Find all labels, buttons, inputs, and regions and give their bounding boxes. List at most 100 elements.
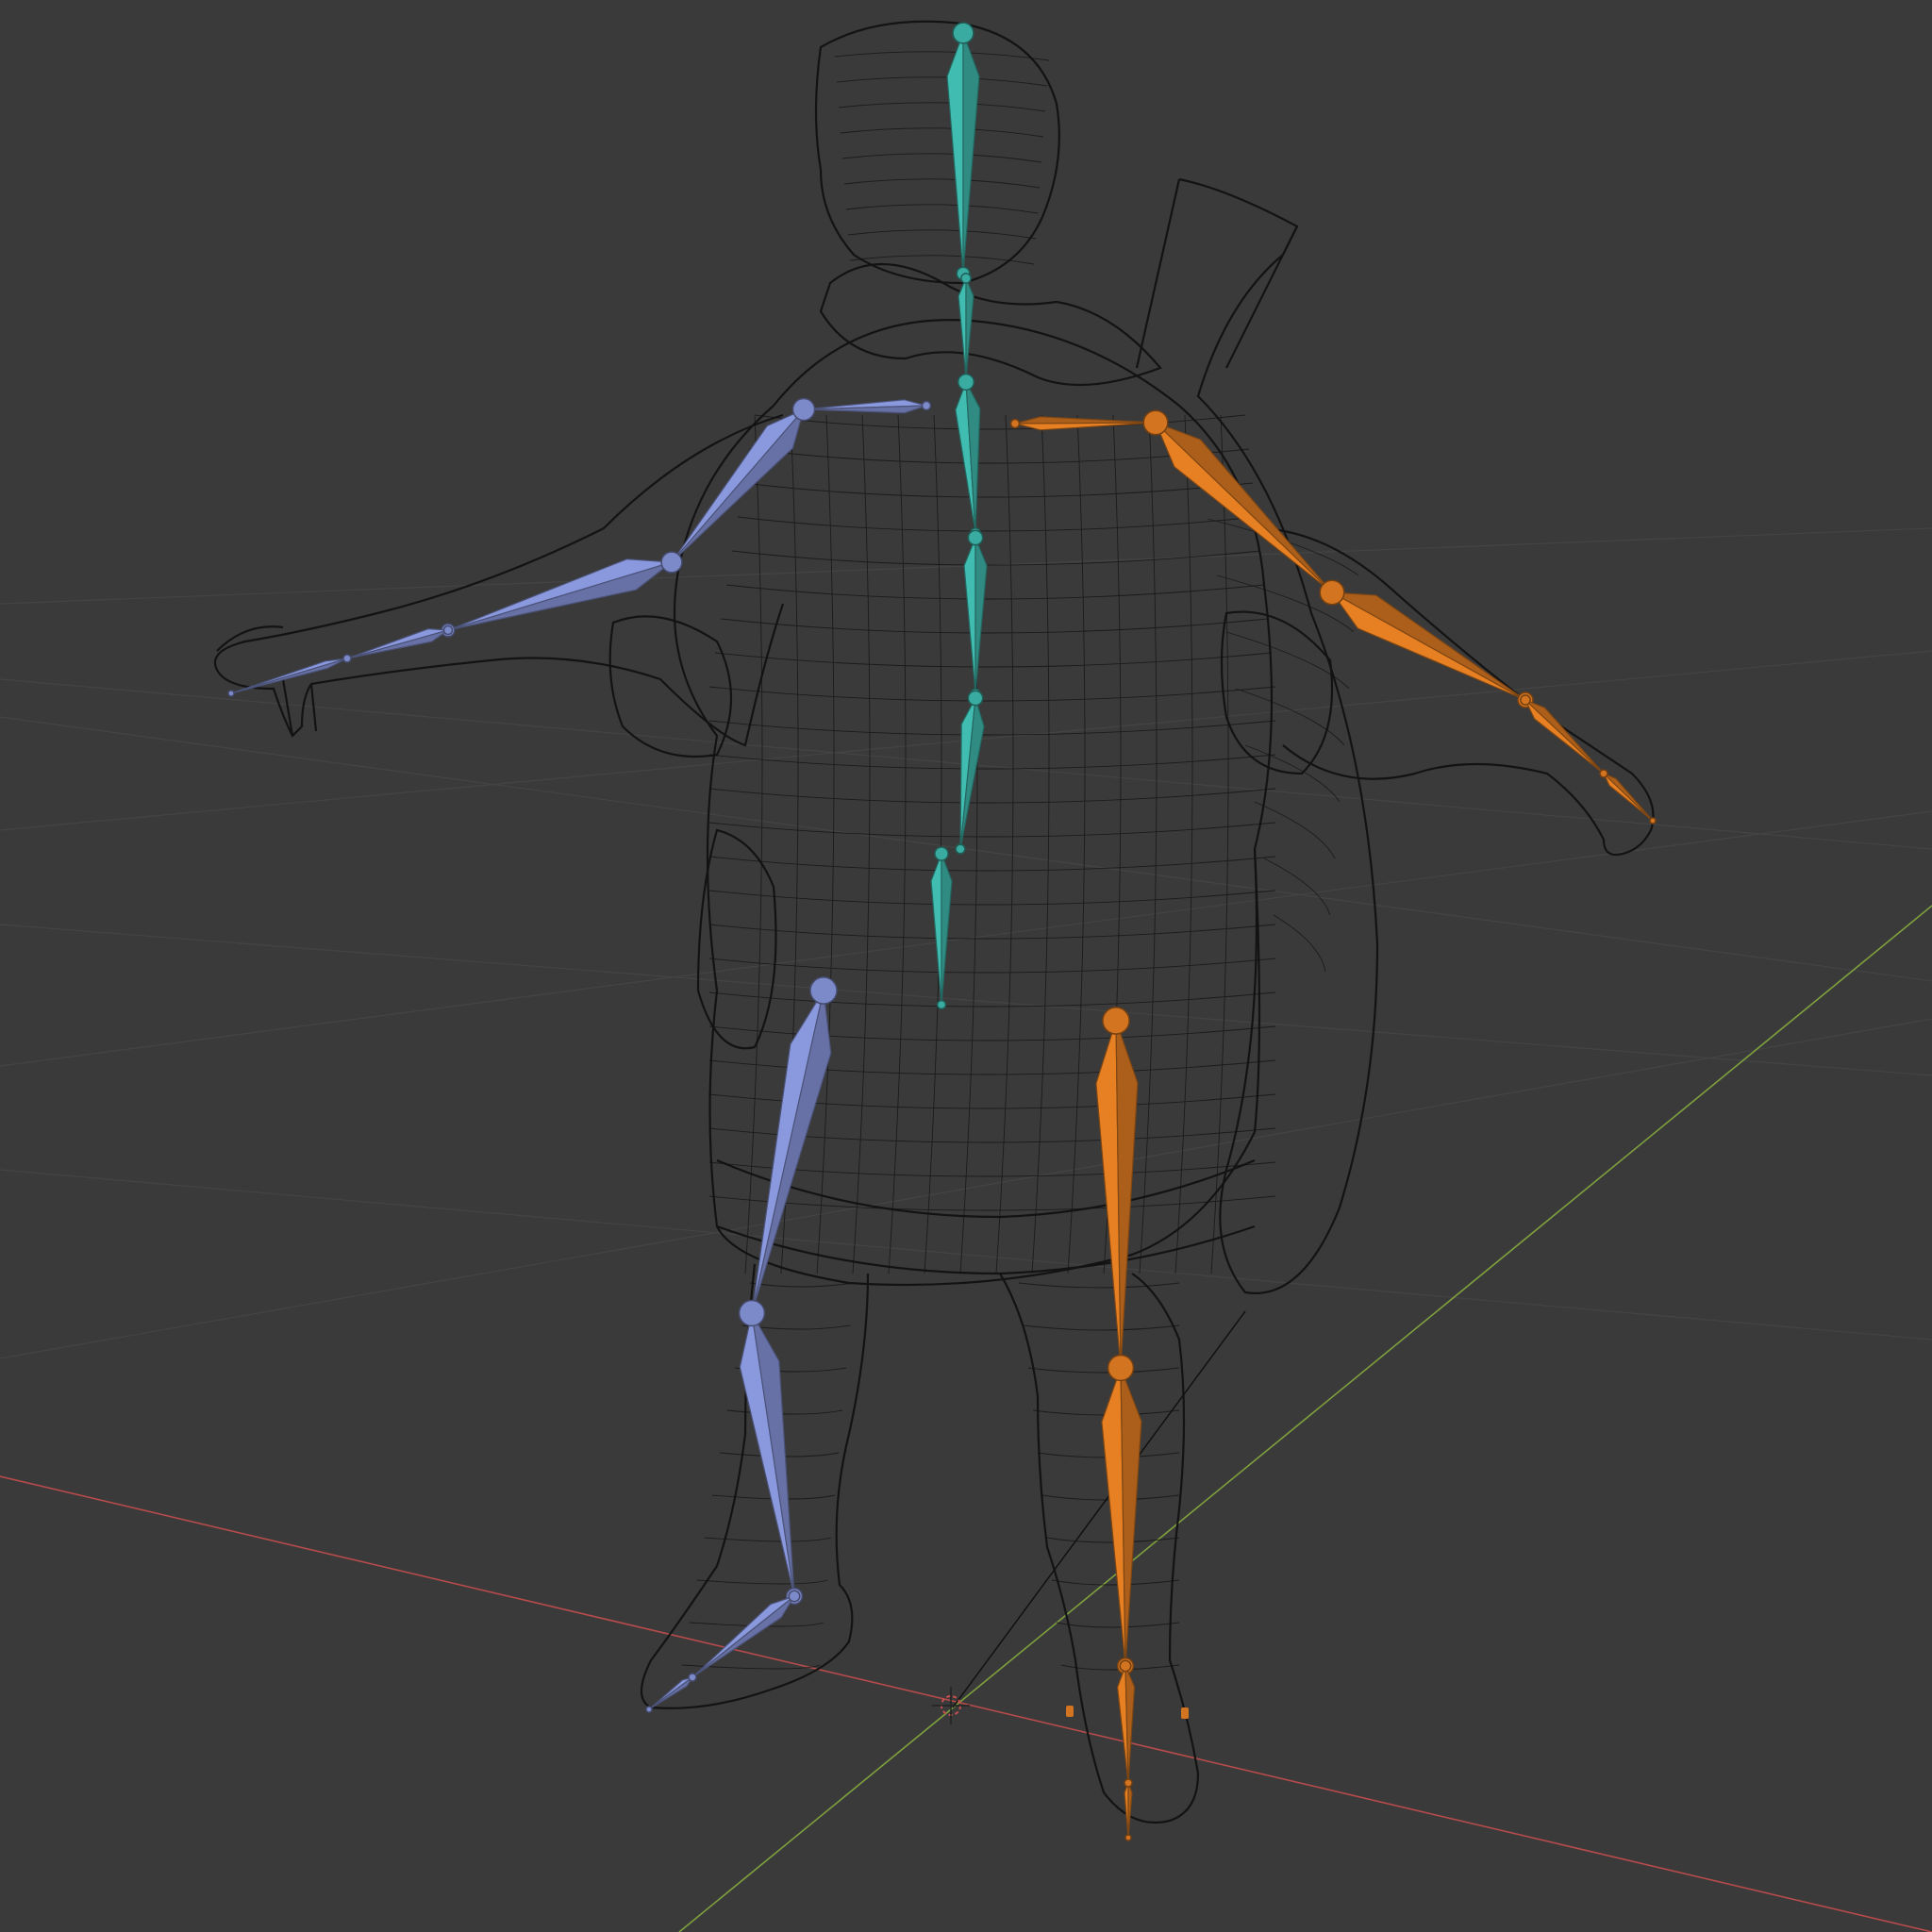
bone-face bbox=[230, 658, 348, 694]
bone-tail-joint[interactable] bbox=[936, 999, 947, 1010]
ik-target-marker[interactable] bbox=[1066, 1706, 1074, 1717]
bone-head-joint[interactable] bbox=[967, 529, 984, 546]
mesh-wire-edge bbox=[852, 414, 871, 1274]
bone-shoulder-right[interactable] bbox=[1009, 416, 1159, 431]
3d-viewport[interactable] bbox=[0, 0, 1932, 1932]
bone-hand-right[interactable] bbox=[1520, 694, 1607, 777]
bone-head-joint[interactable] bbox=[1124, 1778, 1133, 1788]
mesh-wire-edge bbox=[737, 516, 1257, 532]
bone-toe-right[interactable] bbox=[1124, 1778, 1133, 1841]
bone-spine-3[interactable] bbox=[955, 373, 981, 539]
bone-head-joint[interactable] bbox=[921, 400, 932, 411]
mesh-wire-edge bbox=[1174, 414, 1193, 1274]
bone-face bbox=[965, 277, 974, 378]
bone-head-joint[interactable] bbox=[809, 976, 838, 1005]
bone-head-joint[interactable] bbox=[1119, 1659, 1132, 1673]
bone-tail-joint[interactable] bbox=[227, 690, 235, 697]
bone-hips[interactable] bbox=[930, 846, 953, 1010]
bone-head-joint[interactable] bbox=[1102, 1007, 1130, 1035]
bone-tail-joint[interactable] bbox=[1649, 817, 1657, 824]
bone-upper-arm-left[interactable] bbox=[664, 397, 816, 570]
bone-spine-1[interactable] bbox=[955, 690, 985, 855]
bone-head-joint[interactable] bbox=[952, 22, 974, 44]
bone-forearm-left[interactable] bbox=[441, 551, 683, 638]
y-axis-line bbox=[678, 905, 1932, 1932]
ik-helper-line bbox=[952, 1310, 1246, 1708]
viewport-scene[interactable] bbox=[0, 0, 1932, 1932]
mesh-wire-edge bbox=[816, 414, 835, 1274]
grid-line bbox=[0, 1169, 1932, 1341]
bone-face bbox=[946, 32, 964, 275]
bone-head-joint[interactable] bbox=[960, 273, 972, 284]
mesh-wire-edge bbox=[731, 550, 1261, 566]
bone-head-joint[interactable] bbox=[1599, 769, 1608, 778]
x-axis-line bbox=[0, 1475, 1932, 1932]
bone-tail-joint[interactable] bbox=[645, 1706, 653, 1713]
mesh-wire-edge bbox=[1027, 1367, 1180, 1374]
mesh-wire-edge bbox=[1056, 1622, 1180, 1628]
mesh-wire-edge bbox=[1051, 1579, 1180, 1586]
mesh-wire-edge bbox=[1263, 858, 1331, 916]
bone-face bbox=[1014, 416, 1157, 425]
mesh-wire-edge bbox=[725, 584, 1265, 600]
bone-toe-left[interactable] bbox=[645, 1673, 697, 1713]
mesh-wire-edge bbox=[1023, 1324, 1180, 1331]
mesh-wire-edge bbox=[845, 204, 1039, 214]
bone-head-joint[interactable] bbox=[791, 397, 816, 422]
bone-face bbox=[1603, 773, 1654, 822]
bone-face bbox=[751, 1312, 795, 1597]
bone-shin-left[interactable] bbox=[738, 1299, 804, 1606]
mesh-wire-edge bbox=[714, 652, 1273, 668]
bone-head-joint[interactable] bbox=[934, 846, 949, 861]
bone-finger-right[interactable] bbox=[1599, 769, 1657, 824]
bone-finger-left[interactable] bbox=[227, 654, 352, 697]
bone-forearm-right[interactable] bbox=[1319, 579, 1534, 708]
mesh-wire-edge bbox=[1254, 801, 1336, 859]
mesh-hem bbox=[716, 1158, 1256, 1219]
bone-face bbox=[963, 537, 976, 694]
ik-target-marker[interactable] bbox=[1181, 1707, 1189, 1719]
bone-shoulder-left[interactable] bbox=[800, 399, 932, 414]
bone-head-joint[interactable] bbox=[1009, 418, 1021, 429]
bone-thigh-right[interactable] bbox=[1095, 1007, 1139, 1377]
mesh-wire-edge bbox=[888, 414, 907, 1274]
bone-head-joint[interactable] bbox=[688, 1673, 697, 1682]
mesh-quiver-top bbox=[1135, 178, 1298, 369]
bone-head-joint[interactable] bbox=[1107, 1354, 1135, 1382]
mesh-wire-edge bbox=[1031, 414, 1050, 1274]
bone-head-joint[interactable] bbox=[738, 1299, 766, 1327]
bone-foot-left[interactable] bbox=[688, 1590, 801, 1682]
floor-grid bbox=[0, 527, 1932, 1359]
mesh-wire-edge bbox=[1018, 1282, 1180, 1289]
bone-hand-left[interactable] bbox=[343, 625, 454, 662]
bone-tail-joint[interactable] bbox=[1124, 1834, 1132, 1841]
mesh-wire-edge bbox=[708, 856, 1276, 872]
bone-face bbox=[941, 853, 953, 1006]
armature-bones[interactable] bbox=[227, 22, 1657, 1841]
bone-foot-right[interactable] bbox=[1116, 1659, 1136, 1788]
bone-upper-arm-right[interactable] bbox=[1142, 409, 1341, 601]
bone-head-joint[interactable] bbox=[1319, 579, 1345, 606]
bone-head-joint[interactable] bbox=[660, 551, 683, 574]
mesh-collar bbox=[819, 262, 1162, 387]
bone-spine-2[interactable] bbox=[963, 529, 988, 699]
bone-neck[interactable] bbox=[958, 273, 974, 381]
bone-face bbox=[691, 1595, 795, 1678]
mesh-wire-edge bbox=[708, 788, 1276, 804]
mesh-wire-edge bbox=[744, 414, 763, 1274]
bone-head-joint[interactable] bbox=[342, 654, 352, 663]
bone-face bbox=[346, 629, 449, 659]
bone-tail-joint[interactable] bbox=[955, 843, 966, 855]
mesh-wire-edge bbox=[742, 482, 1254, 498]
bone-head-joint[interactable] bbox=[967, 690, 984, 707]
bone-head-joint[interactable] bbox=[442, 625, 454, 636]
bone-head-joint[interactable] bbox=[1520, 694, 1531, 706]
bone-head[interactable] bbox=[946, 22, 980, 281]
mesh-wire-edge bbox=[995, 414, 1014, 1274]
bone-head-joint[interactable] bbox=[788, 1590, 801, 1603]
bone-face bbox=[962, 32, 980, 275]
bone-head-joint[interactable] bbox=[1142, 409, 1169, 436]
bone-shin-right[interactable] bbox=[1101, 1354, 1142, 1675]
grid-line bbox=[0, 924, 1932, 1076]
bone-head-joint[interactable] bbox=[957, 373, 975, 391]
